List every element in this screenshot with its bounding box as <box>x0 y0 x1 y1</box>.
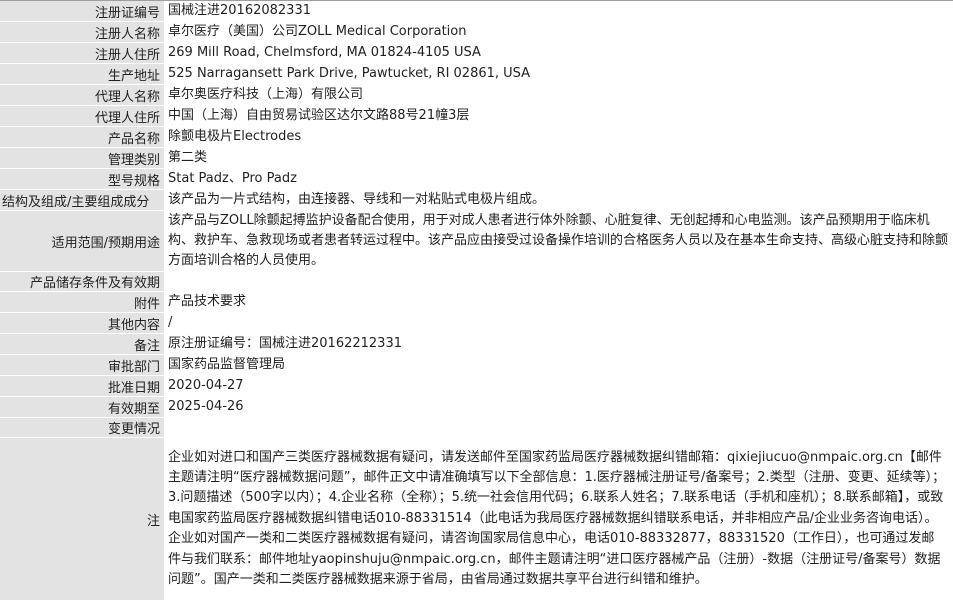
field-value: 原注册证编号：国械注进20162212331 <box>164 334 953 355</box>
field-label: 适用范围/预期用途 <box>0 211 164 272</box>
field-value: 2025-04-26 <box>164 397 953 418</box>
note-text: 企业如对进口和国产三类医疗器械数据有疑问，请发送邮件至国家药监局医疗器械数据纠错… <box>164 438 953 601</box>
field-value: 国家药品监督管理局 <box>164 355 953 376</box>
field-value: 第二类 <box>164 148 953 169</box>
row-structure-composition: 结构及组成/主要组成成分 该产品为一片式结构，由连接器、导线和一对粘贴式电极片组… <box>0 190 953 211</box>
row-storage-validity: 产品储存条件及有效期 <box>0 272 953 292</box>
row-intended-use: 适用范围/预期用途 该产品与ZOLL除颤起搏监护设备配合使用，用于对成人患者进行… <box>0 211 953 272</box>
field-label: 代理人住所 <box>0 106 164 127</box>
field-value <box>164 418 953 438</box>
field-value: / <box>164 313 953 334</box>
field-value: 卓尔医疗（美国）公司ZOLL Medical Corporation <box>164 22 953 43</box>
row-model-spec: 型号规格 Stat Padz、Pro Padz <box>0 169 953 190</box>
row-management-category: 管理类别 第二类 <box>0 148 953 169</box>
row-note: 注 企业如对进口和国产三类医疗器械数据有疑问，请发送邮件至国家药监局医疗器械数据… <box>0 438 953 601</box>
row-product-name: 产品名称 除颤电极片Electrodes <box>0 127 953 148</box>
field-value: 该产品与ZOLL除颤起搏监护设备配合使用，用于对成人患者进行体外除颤、心脏复律、… <box>164 211 953 272</box>
field-label: 代理人名称 <box>0 85 164 106</box>
field-label: 批准日期 <box>0 376 164 397</box>
field-value: 产品技术要求 <box>164 292 953 313</box>
field-label: 管理类别 <box>0 148 164 169</box>
field-label: 其他内容 <box>0 313 164 334</box>
field-value <box>164 272 953 292</box>
field-value: 中国（上海）自由贸易试验区达尔文路88号21幢3层 <box>164 106 953 127</box>
row-change-history: 变更情况 <box>0 418 953 438</box>
field-label: 型号规格 <box>0 169 164 190</box>
field-value: 该产品为一片式结构，由连接器、导线和一对粘贴式电极片组成。 <box>164 190 953 211</box>
row-approval-department: 审批部门 国家药品监督管理局 <box>0 355 953 376</box>
row-valid-until: 有效期至 2025-04-26 <box>0 397 953 418</box>
row-attachment: 附件 产品技术要求 <box>0 292 953 313</box>
field-value: 269 Mill Road, Chelmsford, MA 01824-4105… <box>164 43 953 64</box>
field-value: Stat Padz、Pro Padz <box>164 169 953 190</box>
row-registrant-address: 注册人住所 269 Mill Road, Chelmsford, MA 0182… <box>0 43 953 64</box>
field-value: 卓尔奥医疗科技（上海）有限公司 <box>164 85 953 106</box>
row-agent-name: 代理人名称 卓尔奥医疗科技（上海）有限公司 <box>0 85 953 106</box>
field-value: 除颤电极片Electrodes <box>164 127 953 148</box>
field-label: 注册人住所 <box>0 43 164 64</box>
field-label: 变更情况 <box>0 418 164 438</box>
registration-detail-table: 注册证编号 国械注进20162082331 注册人名称 卓尔医疗（美国）公司ZO… <box>0 0 953 601</box>
field-label: 产品储存条件及有效期 <box>0 272 164 292</box>
row-remarks: 备注 原注册证编号：国械注进20162212331 <box>0 334 953 355</box>
field-label: 结构及组成/主要组成成分 <box>0 190 164 211</box>
field-label: 注册证编号 <box>0 0 164 22</box>
note-label: 注 <box>0 438 164 601</box>
row-other-content: 其他内容 / <box>0 313 953 334</box>
field-label: 有效期至 <box>0 397 164 418</box>
row-registration-number: 注册证编号 国械注进20162082331 <box>0 0 953 22</box>
field-label: 产品名称 <box>0 127 164 148</box>
field-label: 备注 <box>0 334 164 355</box>
field-label: 生产地址 <box>0 64 164 85</box>
field-label: 注册人名称 <box>0 22 164 43</box>
field-value: 525 Narragansett Park Drive, Pawtucket, … <box>164 64 953 85</box>
row-approval-date: 批准日期 2020-04-27 <box>0 376 953 397</box>
field-label: 附件 <box>0 292 164 313</box>
field-label: 审批部门 <box>0 355 164 376</box>
row-registrant-name: 注册人名称 卓尔医疗（美国）公司ZOLL Medical Corporation <box>0 22 953 43</box>
row-agent-address: 代理人住所 中国（上海）自由贸易试验区达尔文路88号21幢3层 <box>0 106 953 127</box>
field-value: 国械注进20162082331 <box>164 0 953 22</box>
row-production-address: 生产地址 525 Narragansett Park Drive, Pawtuc… <box>0 64 953 85</box>
field-value: 2020-04-27 <box>164 376 953 397</box>
